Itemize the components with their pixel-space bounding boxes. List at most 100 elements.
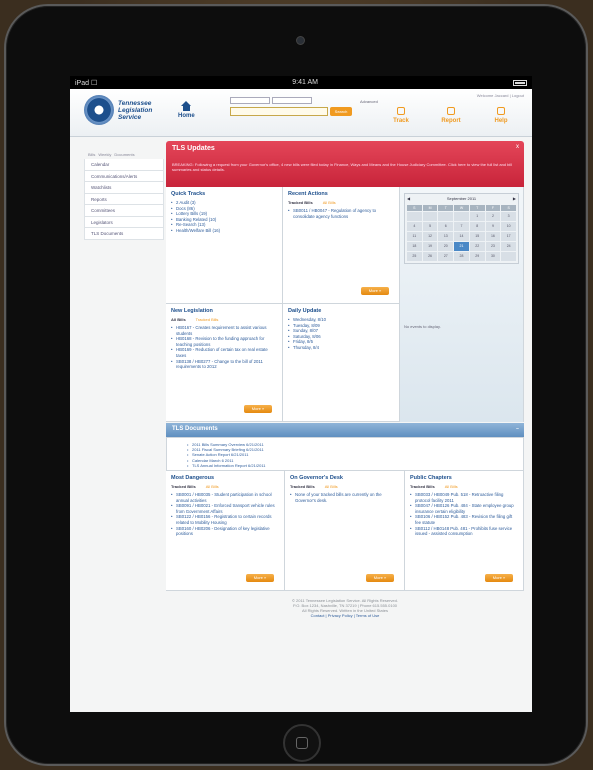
sidebar-tab-weekly[interactable]: Weekly <box>98 152 111 157</box>
most-dangerous-title: Most Dangerous <box>171 475 215 481</box>
calendar-day[interactable]: 4 <box>407 222 422 231</box>
sidebar-item-tls-documents[interactable]: TLS Documents <box>84 228 164 240</box>
home-button[interactable] <box>283 724 321 762</box>
calendar-day[interactable]: 18 <box>407 242 422 251</box>
sidebar-item-committees[interactable]: Committees <box>84 205 164 217</box>
more-button[interactable]: More » <box>361 287 389 295</box>
calendar-dow: S <box>407 205 422 211</box>
calendar: ◀ September 2011 ▶ S M T W T F S 1 2 3 4 5 6 7 8 9 10 11 1… <box>404 193 519 264</box>
more-button[interactable]: More » <box>366 574 394 582</box>
documents-header: TLS Documents − <box>166 423 524 437</box>
calendar-day[interactable]: 15 <box>469 232 485 241</box>
calendar-dow: T <box>469 205 485 211</box>
advanced-search-link[interactable]: Advanced <box>360 99 378 104</box>
list-item[interactable]: SB0112 / HB0148 Pub. 481 - Prohibits fus… <box>410 526 518 537</box>
footer-links[interactable]: Contact | Privacy Policy | Terms of Use <box>166 613 524 618</box>
nav-home[interactable]: Home <box>178 101 195 119</box>
sidebar-item-watchlists[interactable]: Watchlists <box>84 182 164 194</box>
recent-actions-panel: Recent Actions Tracked Bills All Bills S… <box>283 187 400 304</box>
sidebar-item-calendar[interactable]: Calendar <box>84 159 164 171</box>
calendar-day[interactable]: 14 <box>454 232 469 241</box>
quick-tracks-title: Quick Tracks <box>171 191 206 197</box>
calendar-day[interactable]: 11 <box>407 232 422 241</box>
sidebar-tabs: Bills Weekly Documents <box>84 150 164 159</box>
calendar-day[interactable]: 6 <box>438 222 454 231</box>
list-item[interactable]: HB0167 - Creates requirement to assist v… <box>171 325 277 336</box>
close-icon[interactable]: x <box>516 144 519 150</box>
sidebar-item-reports[interactable]: Reports <box>84 193 164 205</box>
calendar-day[interactable]: 20 <box>438 242 454 251</box>
more-button[interactable]: More » <box>485 574 513 582</box>
list-item[interactable]: SB0138 / HB0277 - Change to the bill of … <box>171 359 277 370</box>
list-item[interactable]: Thursday, 8/4 <box>288 345 394 351</box>
sidebar-item-legislators[interactable]: Legislators <box>84 216 164 228</box>
calendar-day[interactable]: 12 <box>422 232 438 241</box>
list-item[interactable]: SB0091 / HB0021 - Enforced transport veh… <box>171 503 279 514</box>
calendar-day[interactable]: 19 <box>422 242 438 251</box>
list-item[interactable]: SB0160 / HB0206 - Designation of key leg… <box>171 526 279 537</box>
tab-all-bills[interactable]: All Bills <box>171 317 186 322</box>
calendar-day[interactable]: 1 <box>469 212 485 221</box>
search-scope-select[interactable] <box>230 97 270 104</box>
more-button[interactable]: More » <box>244 405 272 413</box>
tab-tracked-bills[interactable]: Tracked Bills <box>410 484 435 489</box>
camera-icon <box>296 36 305 45</box>
nav-report[interactable]: Report <box>436 107 466 124</box>
calendar-day[interactable]: 9 <box>485 222 501 231</box>
tab-tracked-bills[interactable]: Tracked Bills <box>196 317 219 322</box>
calendar-day[interactable]: 3 <box>501 212 516 221</box>
sidebar-tab-documents[interactable]: Documents <box>114 152 134 157</box>
nav-track[interactable]: Track <box>386 107 416 124</box>
list-item[interactable]: SB0033 / HB0049 Pub. 518 - Retroactive f… <box>410 492 518 503</box>
search-input[interactable] <box>230 107 328 116</box>
main-content: TLS Updates x BREAKING: Following a requ… <box>166 141 524 591</box>
calendar-day[interactable]: 27 <box>438 252 454 261</box>
logo-text: Tennessee Legislation Service <box>118 99 153 121</box>
calendar-next-icon[interactable]: ▶ <box>513 196 516 201</box>
tab-all-bills[interactable]: All Bills <box>445 484 458 489</box>
calendar-prev-icon[interactable]: ◀ <box>407 196 410 201</box>
calendar-day[interactable]: 30 <box>485 252 501 261</box>
list-item[interactable]: TLS Annual Information Report 6/21/2011 <box>187 463 503 468</box>
list-item[interactable]: HB0169 - Reduction of certain tax on rea… <box>171 347 277 358</box>
calendar-day[interactable]: 10 <box>501 222 516 231</box>
list-item[interactable]: HB0168 - Revision to the funding approac… <box>171 336 277 347</box>
report-icon <box>447 107 455 115</box>
calendar-day[interactable]: 8 <box>469 222 485 231</box>
list-item[interactable]: SB0001 / HB0035 - Student participation … <box>171 492 279 503</box>
sidebar-item-communications[interactable]: Communications/Alerts <box>84 170 164 182</box>
calendar-day[interactable]: 7 <box>454 222 469 231</box>
calendar-day[interactable]: 29 <box>469 252 485 261</box>
calendar-day[interactable]: 25 <box>407 252 422 261</box>
calendar-day[interactable]: 21 <box>454 242 469 251</box>
calendar-day[interactable]: 28 <box>454 252 469 261</box>
site-logo[interactable]: Tennessee Legislation Service <box>84 95 168 125</box>
tab-tracked-bills[interactable]: Tracked Bills <box>171 484 196 489</box>
list-item[interactable]: SB0106 / HB0152 Pub. 483 - Revision the … <box>410 514 518 525</box>
tab-all-bills[interactable]: All Bills <box>323 200 336 205</box>
tab-all-bills[interactable]: All Bills <box>325 484 338 489</box>
list-item[interactable]: SB0011 / HB0047 - Regulation of agency t… <box>288 208 394 219</box>
sidebar-tab-bills[interactable]: Bills <box>88 152 95 157</box>
calendar-day[interactable]: 22 <box>469 242 485 251</box>
list-item[interactable]: SB0047 / HB0126 Pub. 484 - State employe… <box>410 503 518 514</box>
calendar-day[interactable]: 2 <box>485 212 501 221</box>
collapse-icon[interactable]: − <box>516 426 519 432</box>
account-links[interactable]: Welcome Jaccard | Logout <box>477 93 524 98</box>
list-item[interactable]: Health/Welfare Bill (16) <box>171 228 277 234</box>
calendar-day[interactable]: 23 <box>485 242 501 251</box>
search-button[interactable]: Search <box>330 107 352 116</box>
nav-help[interactable]: Help <box>486 107 516 124</box>
calendar-day[interactable]: 24 <box>501 242 516 251</box>
tab-tracked-bills[interactable]: Tracked Bills <box>288 200 313 205</box>
calendar-day[interactable]: 13 <box>438 232 454 241</box>
search-session-select[interactable] <box>272 97 312 104</box>
tab-all-bills[interactable]: All Bills <box>206 484 219 489</box>
calendar-day[interactable]: 26 <box>422 252 438 261</box>
calendar-day[interactable]: 17 <box>501 232 516 241</box>
calendar-day[interactable]: 5 <box>422 222 438 231</box>
calendar-day[interactable]: 16 <box>485 232 501 241</box>
more-button[interactable]: More » <box>246 574 274 582</box>
list-item[interactable]: SB0122 / HB0156 - Registration to certai… <box>171 514 279 525</box>
tab-tracked-bills[interactable]: Tracked Bills <box>290 484 315 489</box>
